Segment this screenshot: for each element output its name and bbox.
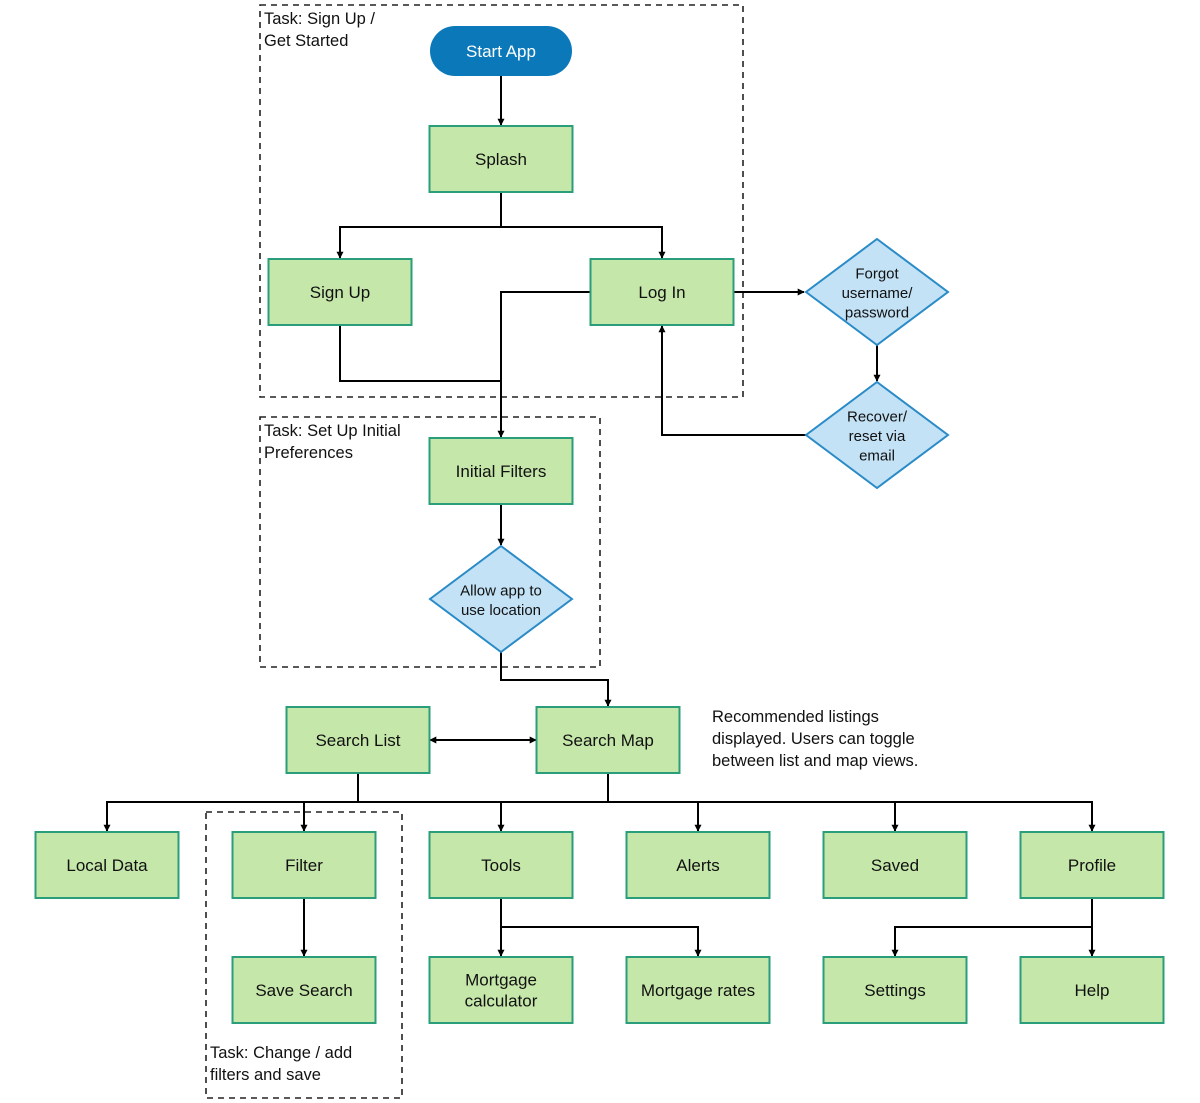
node-label: Mortgage (465, 971, 537, 990)
node-label: Forgot (855, 266, 899, 283)
node-signup[interactable]: Sign Up (267, 258, 413, 326)
edge-profile-to-settings (891, 898, 1093, 957)
edge-recover-to-login (658, 325, 806, 436)
node-alerts[interactable]: Alerts (625, 831, 771, 899)
node-label: username/ (842, 285, 914, 302)
node-label: calculator (465, 992, 538, 1011)
node-splash[interactable]: Splash (428, 125, 574, 193)
node-mortrates[interactable]: Mortgage rates (625, 956, 771, 1024)
edge-searchmap-to-filter (300, 773, 609, 832)
task-group-label: Preferences (264, 444, 353, 462)
node-start[interactable]: Start App (430, 26, 572, 76)
edge-location-to-searchmap (500, 652, 612, 707)
node-settings[interactable]: Settings (822, 956, 968, 1024)
node-localdata[interactable]: Local Data (34, 831, 180, 899)
edge-splash-to-login (501, 226, 666, 259)
node-label: reset via (849, 428, 906, 445)
node-label: Search List (315, 731, 400, 750)
node-initfilters[interactable]: Initial Filters (428, 437, 574, 505)
node-label: Settings (864, 981, 925, 1000)
node-label: email (859, 448, 895, 465)
task-group-label: filters and save (210, 1066, 321, 1084)
edge-searchmap-to-alerts (608, 801, 702, 832)
node-filter[interactable]: Filter (231, 831, 377, 899)
node-savesearch[interactable]: Save Search (231, 956, 377, 1024)
annotation-text: Recommended listings (712, 708, 879, 726)
task-group-label: Get Started (264, 32, 348, 50)
node-saved[interactable]: Saved (822, 831, 968, 899)
node-forgot[interactable]: Forgot username/password (804, 237, 950, 347)
edge-searchmap-to-profile (895, 801, 1096, 832)
edge-login-to-initfilters (497, 291, 591, 438)
edge-tools-to-mortrates (501, 926, 702, 957)
node-mortcalc[interactable]: Mortgage calculator (428, 956, 574, 1024)
node-label: Tools (481, 856, 521, 875)
node-label: Recover/ (847, 409, 908, 426)
node-label: Search Map (562, 731, 654, 750)
node-label: Saved (871, 856, 919, 875)
node-location[interactable]: Allow app to use location (428, 544, 574, 654)
node-label: use location (461, 602, 541, 619)
task-group-label: Task: Set Up Initial (264, 422, 401, 440)
node-label: Filter (285, 856, 323, 875)
node-login[interactable]: Log In (589, 258, 735, 326)
annotation-text: displayed. Users can toggle (712, 730, 915, 748)
task-group-label: Task: Change / add (210, 1044, 352, 1062)
node-profile[interactable]: Profile (1019, 831, 1165, 899)
node-tools[interactable]: Tools (428, 831, 574, 899)
node-label: Help (1075, 981, 1110, 1000)
edge-signup-to-initfilters (339, 325, 501, 382)
node-label: Local Data (66, 856, 148, 875)
annotation-note-search: Recommended listings displayed. Users can… (712, 708, 918, 770)
node-label: Profile (1068, 856, 1116, 875)
edge-splash-to-signup (336, 192, 502, 259)
node-label: Start App (466, 42, 536, 61)
node-help[interactable]: Help (1019, 956, 1165, 1024)
node-label: Mortgage rates (641, 981, 755, 1000)
node-label: Sign Up (310, 283, 370, 302)
flowchart: Task: Sign Up / Get Started Task: Set Up I… (34, 4, 1165, 1099)
node-recover[interactable]: Recover/reset via email (804, 380, 950, 490)
node-label: password (845, 305, 909, 322)
node-searchlist[interactable]: Search List (285, 706, 431, 774)
annotation-text: between list and map views. (712, 752, 918, 770)
edge-searchmap-to-saved (698, 801, 899, 832)
node-searchmap[interactable]: Search Map (535, 706, 681, 774)
process-shape (428, 956, 574, 1024)
node-label: Splash (475, 150, 527, 169)
node-label: Log In (638, 283, 685, 302)
node-label: Allow app to (460, 582, 542, 599)
node-label: Alerts (676, 856, 719, 875)
node-label: Save Search (255, 981, 352, 1000)
node-label: Initial Filters (456, 462, 547, 481)
task-group-label: Task: Sign Up / (264, 10, 375, 28)
